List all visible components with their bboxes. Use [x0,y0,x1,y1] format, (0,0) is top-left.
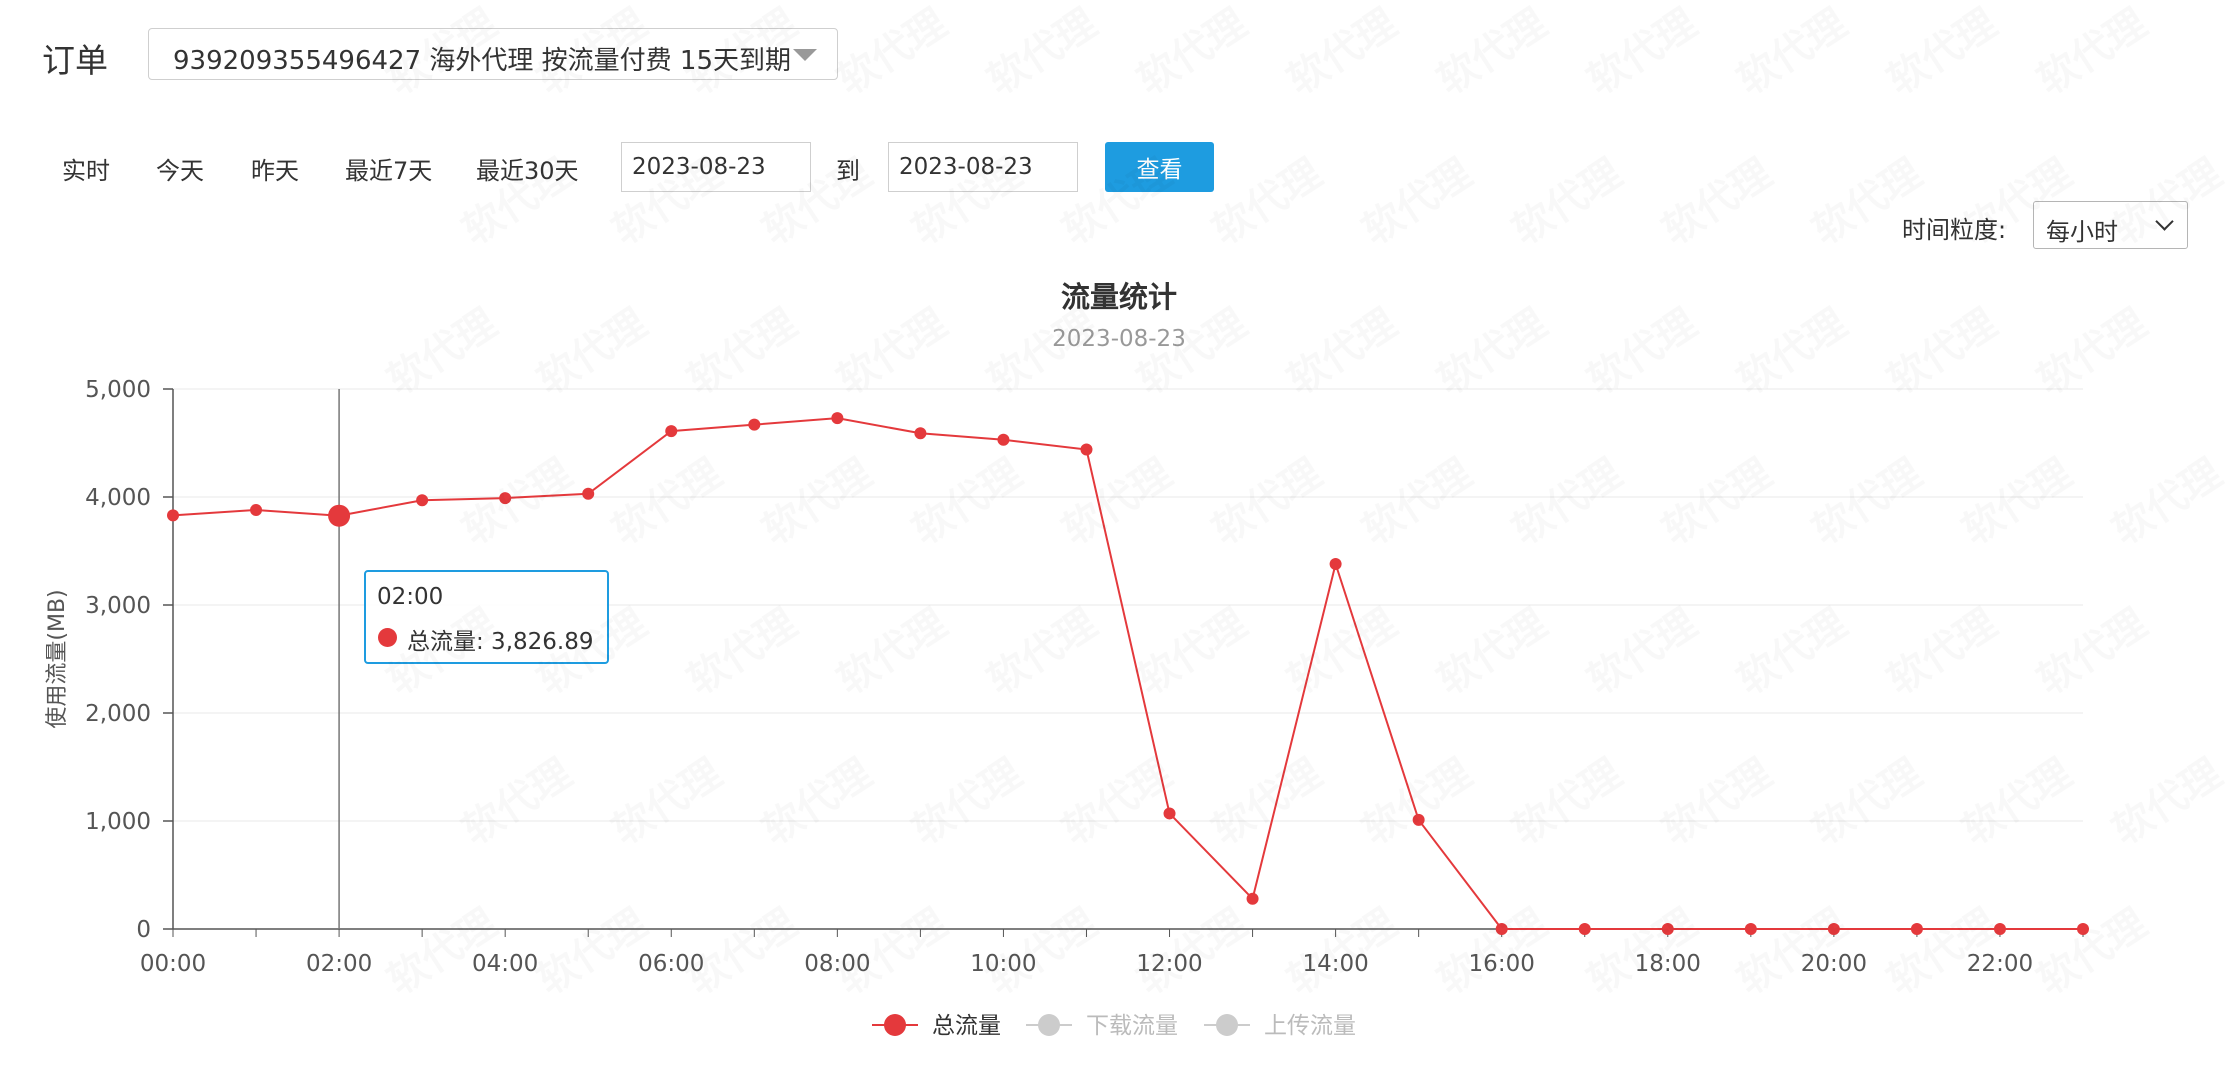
legend-marker [884,1014,906,1036]
x-tick-label: 12:00 [1136,951,1202,977]
data-point [167,509,179,522]
x-tick-label: 06:00 [638,951,704,977]
tooltip-value: 总流量: 3,826.89 [407,629,594,655]
data-point [499,492,512,505]
series-line-total-traffic [172,417,2083,930]
data-point [997,433,1010,446]
x-tick-label: 14:00 [1302,951,1368,977]
data-point [1744,923,1757,935]
chart-tooltip: 02:00 总流量: 3,826.89 [364,570,609,664]
y-axis-title: 使用流量(MB) [45,589,70,728]
x-tick-label: 08:00 [804,951,870,977]
data-point [831,412,844,425]
data-point [2077,923,2089,935]
legend-marker [1038,1014,1060,1036]
data-point [1827,923,1840,935]
highlighted-data-point [328,504,351,527]
legend-label: 上传流量 [1264,1013,1356,1039]
data-point [1578,923,1591,935]
data-point [914,427,927,440]
legend-label: 下载流量 [1086,1013,1178,1039]
y-tick-label: 1,000 [85,809,151,835]
data-point [1661,923,1674,935]
data-point [1080,443,1093,456]
data-point [665,425,678,438]
tooltip-series-dot [378,628,397,647]
data-point [250,503,263,516]
traffic-line-chart[interactable]: 0 1,000 2,000 3,000 4,000 5,000 00:00 02:00 04:0… [0,0,2238,1082]
tooltip-time: 02:00 [377,584,444,610]
data-point [1246,892,1259,905]
legend-total-traffic[interactable]: 总流量 [872,1013,1001,1039]
x-tick-label: 18:00 [1635,951,1701,977]
data-point [1412,813,1425,826]
y-tick-label: 3,000 [85,593,151,619]
legend-download-traffic[interactable]: 下载流量 [1026,1013,1178,1039]
legend-label: 总流量 [932,1013,1001,1039]
legend-upload-traffic[interactable]: 上传流量 [1204,1013,1356,1039]
y-tick-label: 0 [136,917,151,943]
x-tick-label: 16:00 [1469,951,1535,977]
data-point [582,487,595,500]
data-point [748,418,761,431]
legend-marker [1216,1014,1238,1036]
data-point [1495,923,1508,935]
x-tick-label: 04:00 [472,951,538,977]
data-point [1329,557,1342,570]
y-tick-label: 2,000 [85,701,151,727]
x-tick-label: 02:00 [306,951,372,977]
x-tick-label: 00:00 [140,951,206,977]
y-tick-label: 4,000 [85,485,151,511]
data-point [1910,923,1923,935]
y-tick-label: 5,000 [85,377,151,403]
x-tick-label: 20:00 [1801,951,1867,977]
x-tick-label: 22:00 [1967,951,2033,977]
x-tick-label: 10:00 [970,951,1036,977]
data-point [1163,807,1176,820]
data-point [1993,923,2006,935]
data-point [416,494,429,507]
